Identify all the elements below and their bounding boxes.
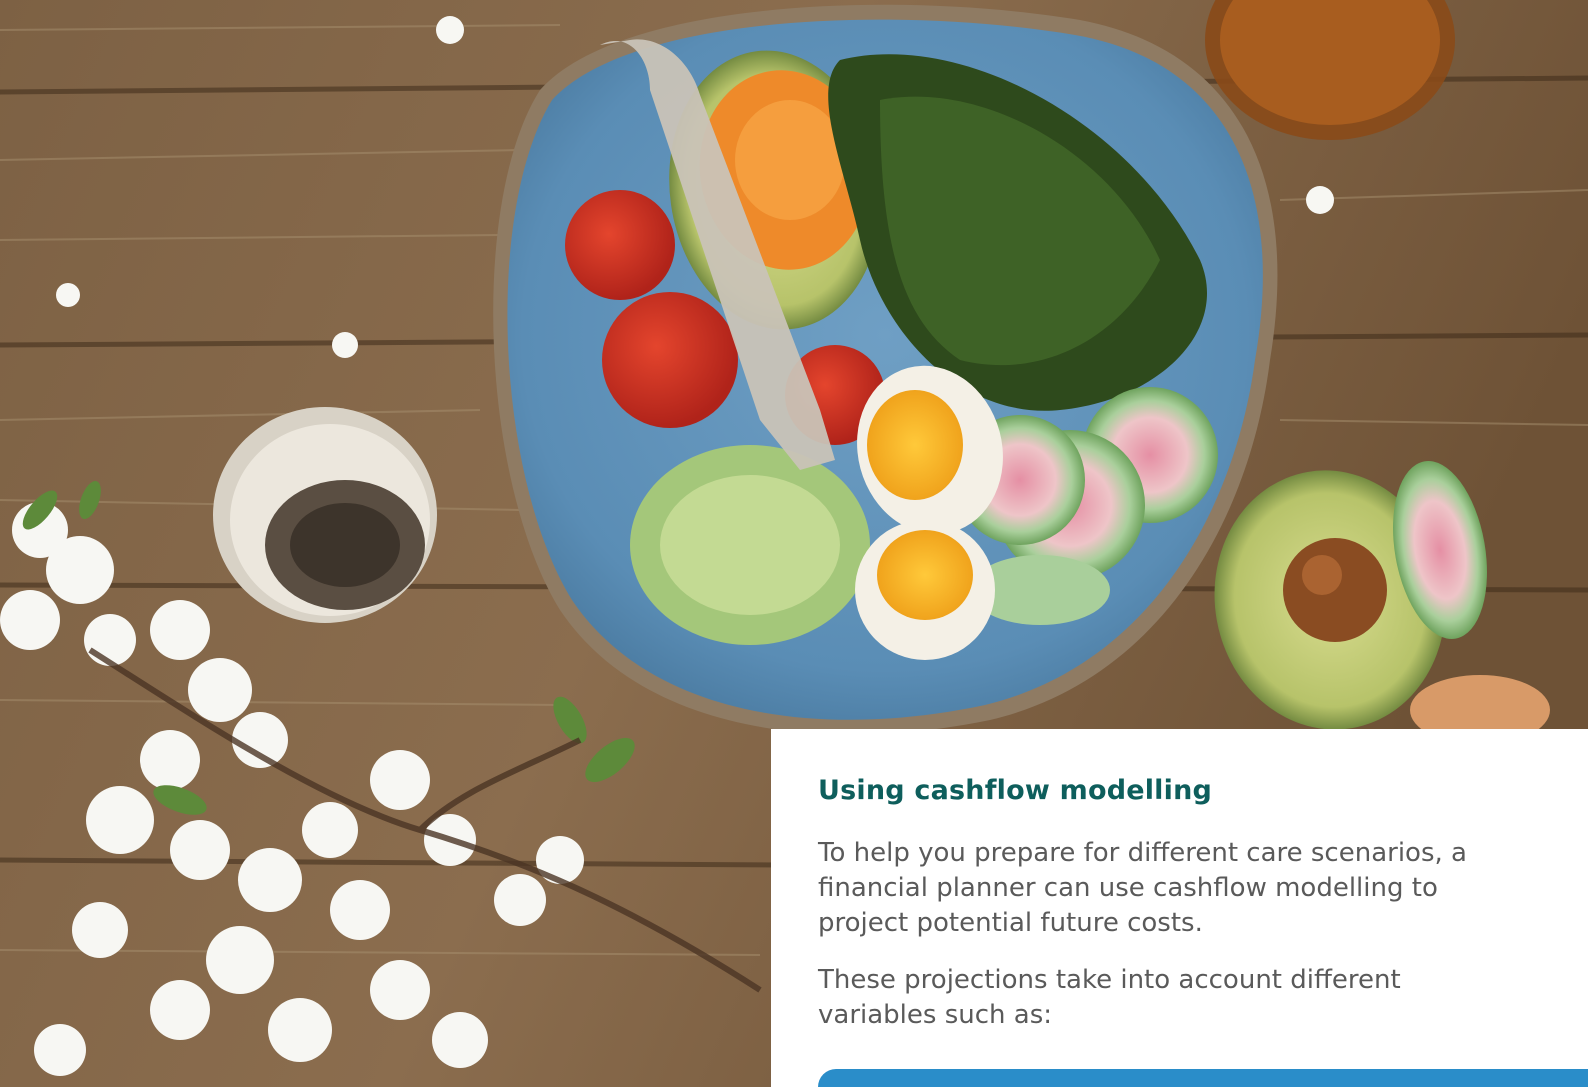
card-paragraph-1: To help you prepare for different care s… <box>818 838 1467 938</box>
card-title: Using cashflow modelling <box>818 775 1213 806</box>
card-paragraph-2: These projections take into account diff… <box>818 965 1401 1030</box>
info-card: Using cashflow modelling To help you pre… <box>771 729 1588 1087</box>
accent-strip <box>818 1069 1588 1087</box>
